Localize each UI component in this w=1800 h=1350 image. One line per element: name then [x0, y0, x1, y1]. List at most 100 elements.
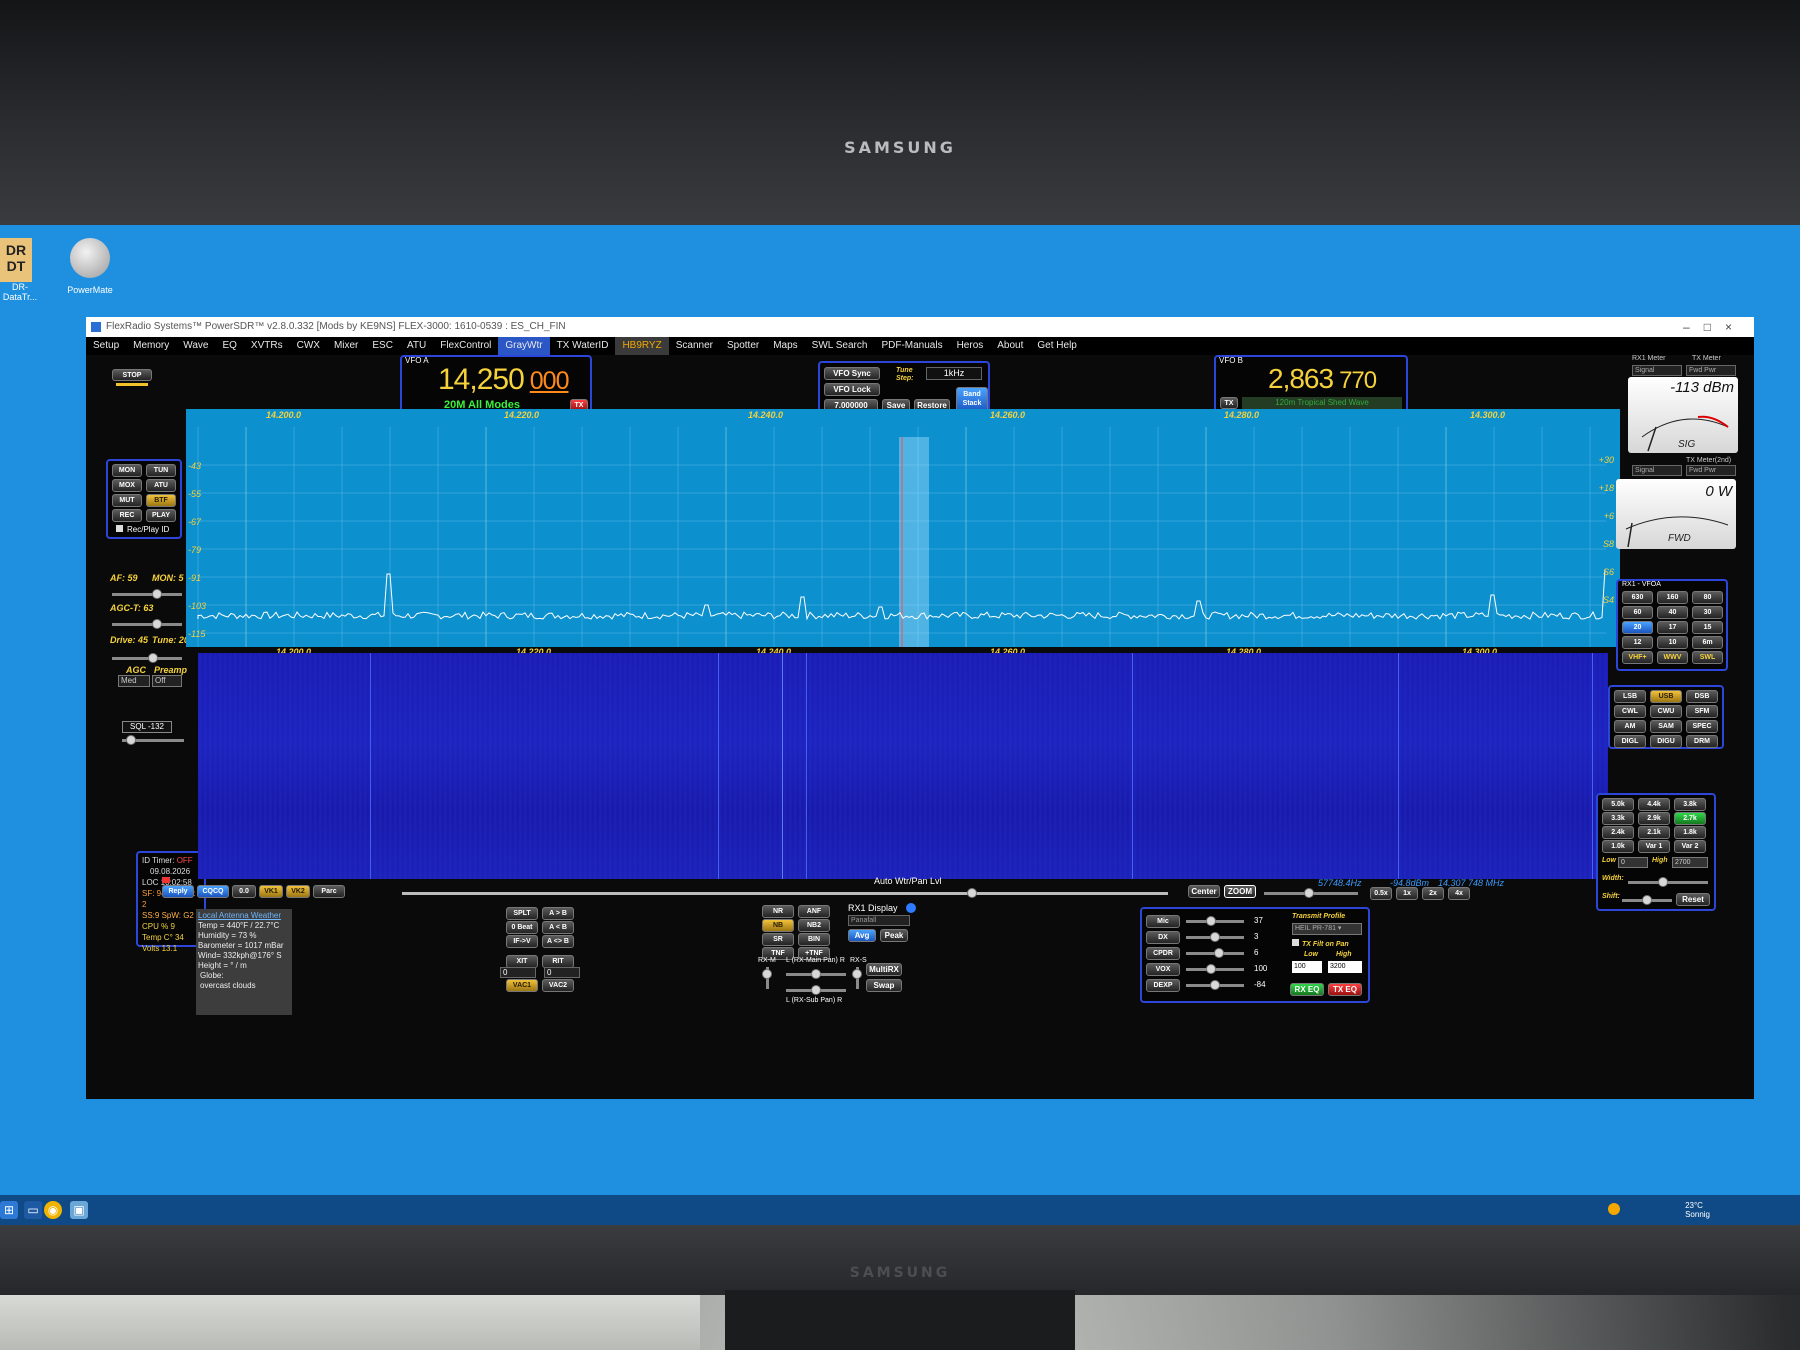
- split-if-v-button[interactable]: IF->V: [506, 935, 538, 948]
- rx-meter-select[interactable]: Signal: [1632, 365, 1682, 376]
- left-rec-button[interactable]: REC: [112, 509, 142, 522]
- tx-dx-slider[interactable]: [1186, 932, 1244, 942]
- rxm-knob[interactable]: [762, 969, 772, 979]
- mode-drm-button[interactable]: DRM: [1686, 735, 1718, 748]
- panadapter-display[interactable]: 14.200.0 14.220.0 14.240.0 14.260.0 14.280.0…: [186, 409, 1620, 647]
- menu-item-wave[interactable]: Wave: [176, 337, 215, 355]
- split-vac2-button[interactable]: VAC2: [542, 979, 574, 992]
- tx-fit-row[interactable]: TX Filt on Pan: [1292, 939, 1349, 948]
- wf-vk2-button[interactable]: VK2: [286, 885, 310, 898]
- menu-item-spotter[interactable]: Spotter: [720, 337, 766, 355]
- left-mut-button[interactable]: MUT: [112, 494, 142, 507]
- band-60-button[interactable]: 60: [1622, 606, 1653, 619]
- menu-item-hb9ryz[interactable]: HB9RYZ: [615, 337, 669, 355]
- dsp-bin-button[interactable]: BIN: [798, 933, 830, 946]
- rx-eq-button[interactable]: RX EQ: [1290, 983, 1324, 996]
- tx-dx-knob[interactable]: [1210, 932, 1220, 942]
- vfo-a-frequency[interactable]: 14,250 000: [438, 363, 569, 397]
- replay-checkbox[interactable]: [116, 525, 123, 532]
- af-slider[interactable]: [112, 589, 182, 599]
- filter-3-8k-button[interactable]: 3.8k: [1674, 798, 1706, 811]
- chrome-icon[interactable]: ◉: [44, 1201, 62, 1219]
- main-pan-slider[interactable]: [786, 969, 846, 979]
- band-20-button[interactable]: 20: [1622, 621, 1653, 634]
- tx-mic-button[interactable]: Mic: [1146, 915, 1180, 928]
- zoom-1x-button[interactable]: 1x: [1396, 887, 1418, 900]
- left-btf-button[interactable]: BTF: [146, 494, 176, 507]
- filter-high-field[interactable]: 2700: [1672, 857, 1708, 868]
- desktop-icon-dr[interactable]: DR DT DR-DataTr...: [0, 238, 40, 302]
- band-17-button[interactable]: 17: [1657, 621, 1688, 634]
- main-pan-knob[interactable]: [811, 969, 821, 979]
- filter-1-8k-button[interactable]: 1.8k: [1674, 826, 1706, 839]
- zoom-slider[interactable]: [1264, 888, 1358, 898]
- peak-button[interactable]: Peak: [880, 929, 908, 942]
- rxs-knob[interactable]: [852, 969, 862, 979]
- filter-4-4k-button[interactable]: 4.4k: [1638, 798, 1670, 811]
- split-a-b-button[interactable]: A > B: [542, 907, 574, 920]
- dsp-anf-button[interactable]: ANF: [798, 905, 830, 918]
- dsp-nr-button[interactable]: NR: [762, 905, 794, 918]
- drive-slider[interactable]: [112, 653, 182, 663]
- menu-item-atu[interactable]: ATU: [400, 337, 433, 355]
- minimize-icon[interactable]: –: [1683, 320, 1704, 334]
- mode-am-button[interactable]: AM: [1614, 720, 1646, 733]
- mode-cwl-button[interactable]: CWL: [1614, 705, 1646, 718]
- af-knob[interactable]: [152, 589, 162, 599]
- filter-2-7k-button[interactable]: 2.7k: [1674, 812, 1706, 825]
- band-30-button[interactable]: 30: [1692, 606, 1723, 619]
- band-630-button[interactable]: 630: [1622, 591, 1653, 604]
- split-a-b-button[interactable]: A < B: [542, 921, 574, 934]
- zoom-0-5x-button[interactable]: 0.5x: [1370, 887, 1392, 900]
- wf-cqcq-button[interactable]: CQCQ: [197, 885, 229, 898]
- vfo-b-frequency[interactable]: 2,863 770: [1268, 363, 1377, 395]
- band-vhf--button[interactable]: VHF+: [1622, 651, 1653, 664]
- tx-cpdr-knob[interactable]: [1214, 948, 1224, 958]
- dsp-sr-button[interactable]: SR: [762, 933, 794, 946]
- left-play-button[interactable]: PLAY: [146, 509, 176, 522]
- vfo-b-tx-button[interactable]: TX: [1220, 397, 1238, 409]
- tx-dx-button[interactable]: DX: [1146, 931, 1180, 944]
- weather-title[interactable]: Local Antenna Weather: [198, 911, 290, 921]
- windows-start-icon[interactable]: ⊞: [0, 1201, 18, 1219]
- info-icon[interactable]: [906, 903, 916, 913]
- left-tun-button[interactable]: TUN: [146, 464, 176, 477]
- mode-lsb-button[interactable]: LSB: [1614, 690, 1646, 703]
- tx-profile-select[interactable]: HEIL PR-781 ▾: [1292, 923, 1362, 935]
- menu-item-get-help[interactable]: Get Help: [1030, 337, 1083, 355]
- wf-vk1-button[interactable]: VK1: [259, 885, 283, 898]
- mode-sam-button[interactable]: SAM: [1650, 720, 1682, 733]
- filter-reset-button[interactable]: Reset: [1676, 893, 1710, 906]
- band-wwv-button[interactable]: WWV: [1657, 651, 1688, 664]
- menu-item-mixer[interactable]: Mixer: [327, 337, 365, 355]
- rxm-volume-slider[interactable]: [762, 967, 772, 989]
- powersdr-task-icon[interactable]: ▣: [70, 1201, 88, 1219]
- shift-slider[interactable]: [1622, 895, 1672, 905]
- menu-item-heros[interactable]: Heros: [950, 337, 991, 355]
- tx-high-field[interactable]: 3200: [1328, 961, 1362, 973]
- center-button[interactable]: Center: [1188, 885, 1220, 898]
- tx-dexp-button[interactable]: DEXP: [1146, 979, 1180, 992]
- band-40-button[interactable]: 40: [1657, 606, 1688, 619]
- xit-value-field[interactable]: 0: [500, 967, 536, 978]
- tx-vox-button[interactable]: VOX: [1146, 963, 1180, 976]
- shift-knob[interactable]: [1642, 895, 1652, 905]
- band-12-button[interactable]: 12: [1622, 636, 1653, 649]
- sub-pan-slider[interactable]: [786, 985, 846, 995]
- width-slider[interactable]: [1628, 877, 1708, 887]
- left-mox-button[interactable]: MOX: [112, 479, 142, 492]
- split-splt-button[interactable]: SPLT: [506, 907, 538, 920]
- mode-sfm-button[interactable]: SFM: [1686, 705, 1718, 718]
- menu-item-tx-waterid[interactable]: TX WaterID: [550, 337, 616, 355]
- wf-level-knob[interactable]: [967, 888, 977, 898]
- filter-var-2-button[interactable]: Var 2: [1674, 840, 1706, 853]
- filter-2-1k-button[interactable]: 2.1k: [1638, 826, 1670, 839]
- explorer-icon[interactable]: ▭: [24, 1201, 42, 1219]
- drive-knob[interactable]: [148, 653, 158, 663]
- mode-digu-button[interactable]: DIGU: [1650, 735, 1682, 748]
- tune-step-select[interactable]: 1kHz: [926, 367, 982, 380]
- zoom-4x-button[interactable]: 4x: [1448, 887, 1470, 900]
- mode-dsb-button[interactable]: DSB: [1686, 690, 1718, 703]
- tx-mic-knob[interactable]: [1206, 916, 1216, 926]
- rx-filter-passband[interactable]: [899, 437, 929, 647]
